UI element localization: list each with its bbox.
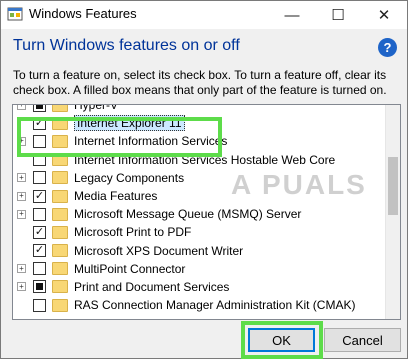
folder-icon [52,262,68,276]
checkmark-icon: ✓ [34,244,45,257]
feature-label: Internet Information Services Hostable W… [74,152,336,167]
features-list: + Hyper-V ✓ Internet Explorer 11 + Internet I… [13,104,385,314]
feature-row[interactable]: ✓ Microsoft Print to PDF [13,223,385,241]
feature-checkbox[interactable] [33,280,46,294]
feature-row[interactable]: + ✓ Media Features [13,187,385,205]
expand-toggle-icon[interactable]: + [17,173,26,183]
vertical-scrollbar[interactable] [385,105,400,319]
feature-label: MultiPoint Connector [74,261,186,276]
folder-icon [52,116,68,130]
folder-icon [52,225,68,239]
feature-label: Microsoft Print to PDF [74,225,192,240]
window-title: Windows Features [29,6,137,21]
feature-checkbox[interactable] [33,207,46,221]
checkmark-icon: ✓ [34,116,45,129]
feature-label: Microsoft Message Queue (MSMQ) Server [74,207,302,222]
feature-row[interactable]: + Legacy Components [13,169,385,187]
windows-features-app-icon [7,6,23,22]
feature-checkbox[interactable] [33,298,46,312]
scrollbar-thumb[interactable] [388,157,398,215]
partial-fill-icon [36,283,43,291]
feature-row[interactable]: RAS Connection Manager Administration Ki… [13,296,385,314]
feature-label: Microsoft XPS Document Writer [74,243,244,258]
expand-toggle-icon[interactable]: + [17,209,26,219]
checkmark-icon: ✓ [34,225,45,238]
feature-label: Hyper-V [74,104,119,113]
maximize-button[interactable]: ☐ [315,1,361,29]
feature-row[interactable]: + Microsoft Message Queue (MSMQ) Server [13,205,385,223]
feature-label: Legacy Components [74,170,185,185]
feature-checkbox[interactable]: ✓ [33,225,46,239]
cancel-button[interactable]: Cancel [324,328,401,352]
page-title: Turn Windows features on or off [13,37,240,54]
feature-row[interactable]: + MultiPoint Connector [13,260,385,278]
partial-fill-icon [36,105,43,109]
folder-icon [52,244,68,258]
expand-toggle-icon[interactable]: + [17,264,26,274]
feature-label: Print and Document Services [74,279,230,294]
feature-row[interactable]: + Hyper-V [13,104,385,114]
features-tree[interactable]: + Hyper-V ✓ Internet Explorer 11 + Internet I… [12,104,401,320]
feature-row[interactable]: ✓ Internet Explorer 11 [13,114,385,132]
feature-label: Internet Explorer 11 [74,115,185,132]
feature-label: Internet Information Services [74,134,228,149]
feature-row[interactable]: ✓ Microsoft XPS Document Writer [13,242,385,260]
feature-checkbox[interactable] [33,171,46,185]
expand-toggle-icon[interactable]: + [17,105,26,110]
ok-button[interactable]: OK [248,328,315,352]
checkmark-icon: ✓ [34,189,45,202]
folder-icon [52,298,68,312]
feature-checkbox[interactable] [33,105,46,112]
feature-checkbox[interactable]: ✓ [33,116,46,130]
instructions-text: To turn a feature on, select its check b… [13,68,387,97]
feature-label: Media Features [74,189,158,204]
feature-checkbox[interactable] [33,134,46,148]
feature-row[interactable]: Internet Information Services Hostable W… [13,151,385,169]
feature-label: RAS Connection Manager Administration Ki… [74,298,356,313]
title-bar[interactable]: Windows Features — ☐ ✕ [1,1,407,29]
expand-toggle-icon[interactable]: + [17,282,26,292]
folder-icon [52,134,68,148]
close-button[interactable]: ✕ [361,1,407,29]
feature-row[interactable]: + Internet Information Services [13,132,385,150]
folder-icon [52,153,68,167]
feature-row[interactable]: + Print and Document Services [13,278,385,296]
feature-checkbox[interactable] [33,262,46,276]
expand-toggle-icon[interactable]: + [17,191,26,201]
feature-checkbox[interactable]: ✓ [33,189,46,203]
folder-icon [52,207,68,221]
minimize-button[interactable]: — [269,1,315,29]
help-icon[interactable]: ? [378,38,397,57]
folder-icon [52,171,68,185]
folder-icon [52,280,68,294]
folder-icon [52,189,68,203]
feature-checkbox[interactable] [33,153,46,167]
feature-checkbox[interactable]: ✓ [33,244,46,258]
windows-features-dialog: Windows Features — ☐ ✕ Turn Windows feat… [0,0,408,359]
expand-toggle-icon[interactable]: + [17,136,26,146]
folder-icon [52,105,68,112]
